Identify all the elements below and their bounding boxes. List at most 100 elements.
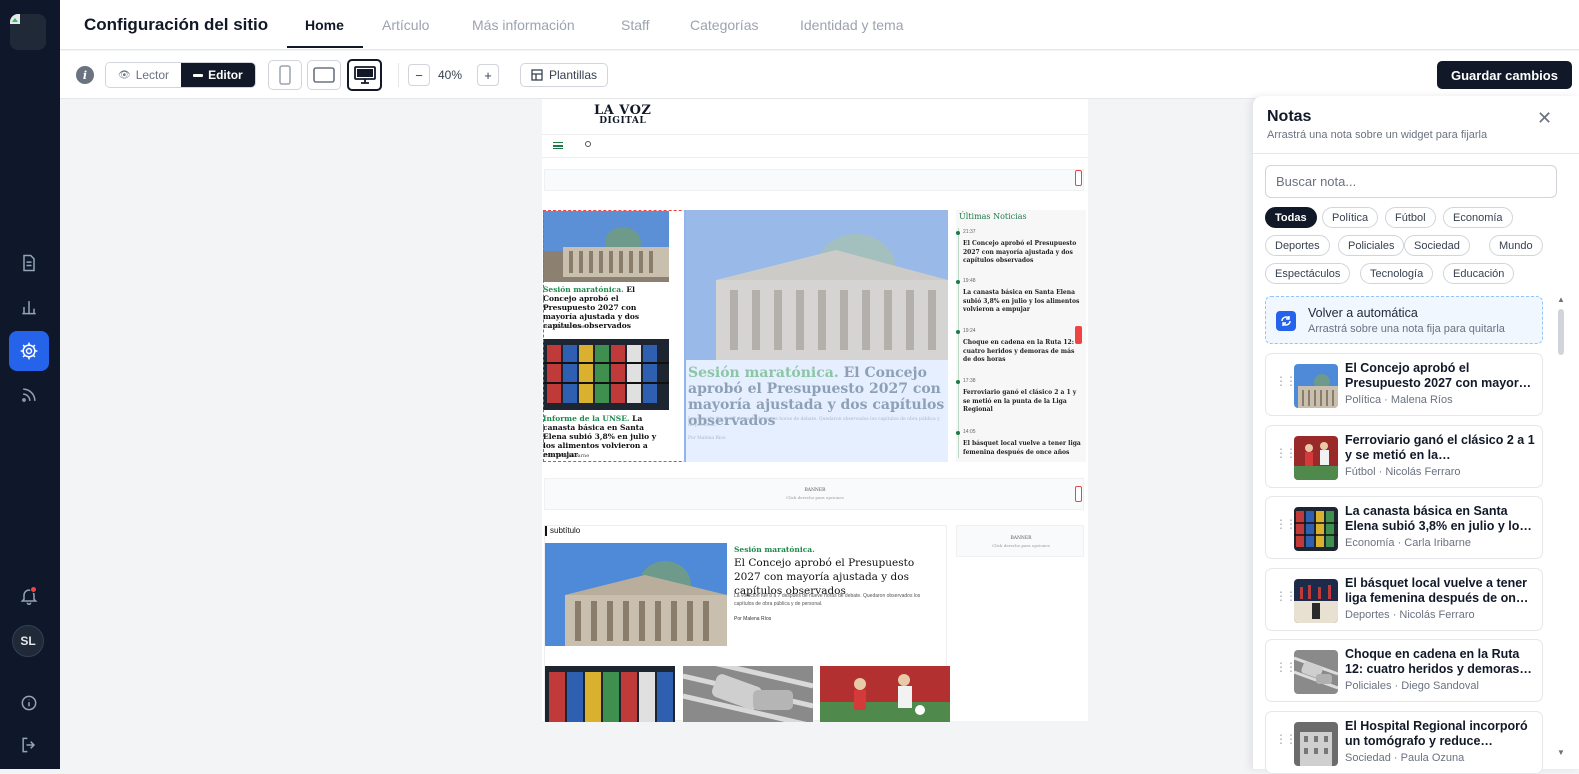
filter-chip-educacion[interactable]: Educación [1443,263,1515,284]
section-thumb-1[interactable] [545,666,675,722]
zoom-in-button[interactable]: + [477,64,499,86]
widget-handle[interactable] [1075,170,1082,186]
drag-handle-icon[interactable]: ⋮⋮ [1275,518,1297,530]
search-icon[interactable] [585,141,591,147]
timeline-dot [956,431,960,435]
latest-news-time: 17:38 [963,378,976,384]
avatar[interactable]: SL [12,625,44,657]
latest-news-widget[interactable]: Últimas Noticias 21:37 El Concejo aprobó … [956,210,1086,462]
drag-handle-icon[interactable]: ⋮⋮ [1275,447,1297,459]
document-icon[interactable] [9,243,49,283]
section-widget[interactable]: subtítulo Sesión maratónica. El Concejo … [544,525,950,722]
drag-handle-icon[interactable]: ⋮⋮ [1275,733,1297,745]
section-main-image[interactable] [545,543,727,646]
latest-news-item[interactable]: El básquet local vuelve a tener liga fem… [963,440,1083,457]
zoom-out-button[interactable]: − [408,64,430,86]
section-thumb-2[interactable] [683,666,813,722]
info-button[interactable]: i [76,66,94,84]
note-title: El Concejo aprobó el Presupuesto 2027 co… [1345,361,1532,390]
masthead-logo[interactable]: LA VOZ DIGITAL [594,104,651,127]
filter-chip-tecnologia[interactable]: Tecnología [1360,263,1434,284]
latest-news-item[interactable]: La canasta básica en Santa Elena subió 3… [963,289,1083,315]
note-meta: Fútbol · Nicolás Ferraro [1345,465,1461,478]
ad-slot-middle[interactable]: BANNER Click derecho para opciones [544,478,1084,510]
info-icon[interactable] [9,683,49,723]
mobile-view-button[interactable] [268,60,302,90]
latest-news-item[interactable]: El Concejo aprobó el Presupuesto 2027 co… [963,240,1083,266]
timeline-line [958,228,959,458]
chart-icon[interactable] [9,287,49,327]
preview-nav [542,136,1088,158]
top-bar: Configuración del sitio Home Artículo Má… [60,0,1579,50]
note-card[interactable]: ⋮⋮ Ferroviario ganó el clásico 2 a 1 y se… [1265,424,1543,488]
tab-mas-informacion[interactable]: Más información [472,17,575,33]
ad-slot-top[interactable] [544,169,1084,191]
panel-title: Notas [1267,108,1312,125]
bell-icon[interactable] [9,576,49,616]
desktop-view-button[interactable] [347,59,382,91]
tab-categorias[interactable]: Categorías [690,17,758,33]
templates-button[interactable]: Plantillas [520,63,609,87]
timeline-dot [956,231,960,235]
widget-handle[interactable] [1075,486,1082,502]
ad-label: BANNER [1010,536,1032,541]
editor-mode-button[interactable]: Editor [181,63,255,87]
logout-icon[interactable] [9,725,49,765]
note-thumbnail [1294,507,1338,551]
panel-subtitle: Arrastrá una nota sobre un widget para f… [1267,129,1488,141]
note-card[interactable]: ⋮⋮ La canasta básica en Santa Elena subió… [1265,496,1543,559]
tab-staff[interactable]: Staff [621,17,650,33]
note-meta: Sociedad · Paula Ozuna [1345,751,1465,764]
filter-chip-espectaculos[interactable]: Espectáculos [1265,263,1351,284]
filter-chip-futbol[interactable]: Fútbol [1385,207,1436,228]
note-card[interactable]: ⋮⋮ El básquet local vuelve a tener liga f… [1265,567,1543,631]
filter-chip-deportes[interactable]: Deportes [1265,235,1330,256]
lector-mode-button[interactable]: 👁 Lector [106,63,182,87]
note-meta: Economía · Carla Iribarne [1345,537,1471,549]
filter-chip-todas[interactable]: Todas [1265,207,1317,228]
site-logo[interactable] [10,14,46,50]
scroll-down-icon[interactable]: ▼ [1557,748,1565,757]
drag-handle-icon[interactable]: ⋮⋮ [1275,375,1297,387]
search-input[interactable] [1265,165,1557,198]
close-icon[interactable]: ✕ [1537,108,1552,129]
latest-news-item[interactable]: Choque en cadena en la Ruta 12: cuatro h… [963,339,1083,365]
filter-chip-politica[interactable]: Política [1322,207,1379,228]
filter-chip-mundo[interactable]: Mundo [1489,235,1543,256]
timeline-dot [956,280,960,284]
drag-handle-icon[interactable]: ⋮⋮ [1275,661,1297,673]
note-card[interactable]: ⋮⋮ Choque en cadena en la Ruta 12: cuatro… [1265,639,1543,702]
gear-icon[interactable] [9,331,49,371]
tab-identidad-tema[interactable]: Identidad y tema [800,17,904,33]
note-card[interactable]: ⋮⋮ El Hospital Regional incorporó un tomó… [1265,710,1543,774]
latest-news-item[interactable]: Ferroviario ganó el clásico 2 a 1 y se m… [963,389,1083,415]
hero-story[interactable]: Sesión maratónica. El Concejo aprobó el … [684,210,948,462]
filter-chip-policiales[interactable]: Policiales [1338,235,1405,256]
filter-chip-sociedad[interactable]: Sociedad [1404,235,1470,256]
eye-icon: 👁 [118,69,131,81]
rss-icon[interactable] [9,375,49,415]
latest-news-title: Últimas Noticias [959,212,1027,221]
drag-handle-icon[interactable]: ⋮⋮ [1275,590,1297,602]
auto-mode-dropzone[interactable]: Volver a automática Arrastrá sobre una n… [1265,296,1543,344]
tab-home[interactable]: Home [305,17,344,33]
ad-hint: Click derecho para opciones [786,495,844,500]
section-thumb-3[interactable] [820,666,950,722]
latest-news-time: 19:48 [963,278,976,284]
preview-header: LA VOZ DIGITAL [542,99,1088,135]
scroll-up-icon[interactable]: ▲ [1557,295,1565,304]
note-thumbnail [1294,578,1338,623]
scrollbar-thumb[interactable] [1558,309,1564,355]
filter-chip-economia[interactable]: Economía [1443,207,1513,228]
editor-label: Editor [208,68,243,82]
tab-articulo[interactable]: Artículo [382,17,429,33]
widget-handle-active[interactable] [1075,326,1082,344]
note-title: La canasta básica en Santa Elena subió 3… [1345,504,1532,533]
note-thumbnail [1294,650,1338,694]
page-title: Configuración del sitio [84,15,269,34]
save-button[interactable]: Guardar cambios [1437,61,1572,89]
note-thumbnail [1294,721,1338,766]
tablet-view-button[interactable] [307,60,341,90]
ad-slot-sidebar[interactable]: BANNER Click derecho para opciones [956,525,1084,557]
note-card[interactable]: ⋮⋮ El Concejo aprobó el Presupuesto 2027 … [1265,353,1543,416]
